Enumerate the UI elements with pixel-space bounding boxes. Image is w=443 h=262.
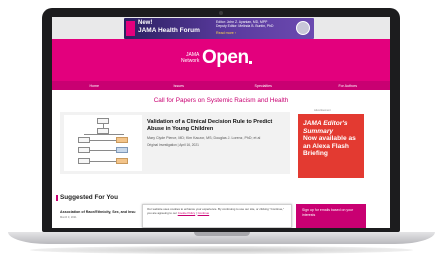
cookie-policy-link[interactable]: Cookie Policy xyxy=(178,211,196,215)
flow-box xyxy=(78,137,90,143)
featured-article-authors: Mary Clyde Pierce, MD; Kim Kaczor, MS; D… xyxy=(147,136,261,140)
top-banner-area: New! JAMA Health Forum Editor: John Z. A… xyxy=(52,17,390,39)
promo-editors: Editor: John Z. Ayanian, MD, MPP Deputy … xyxy=(216,20,273,28)
flow-line xyxy=(84,134,124,135)
logo-open-text[interactable]: Open xyxy=(202,47,249,69)
laptop-notch xyxy=(194,232,250,236)
flow-line xyxy=(90,150,116,151)
advertisement-label: Advertisement xyxy=(314,109,331,112)
editor-avatar xyxy=(296,21,310,35)
flow-line xyxy=(90,140,116,141)
nav-item-issues[interactable]: Issues xyxy=(137,84,222,88)
promo-banner[interactable]: New! JAMA Health Forum Editor: John Z. A… xyxy=(124,18,314,39)
featured-article-card[interactable]: Validation of a Clinical Decision Rule t… xyxy=(60,112,290,174)
flow-box xyxy=(78,158,90,164)
flow-box-orange xyxy=(116,158,128,164)
flow-box-blue xyxy=(116,147,128,153)
cookie-text-block: Our website uses cookies to enhance your… xyxy=(147,207,287,216)
promo-new-label: New! xyxy=(138,20,153,26)
laptop-base xyxy=(8,232,435,244)
promo-deputy-line: Deputy Editor: Melinda B. Buntin, PhD xyxy=(216,24,274,29)
email-signup-panel[interactable]: Sign up for emails based on your interes… xyxy=(296,204,366,228)
flow-box-orange xyxy=(116,137,128,143)
featured-article-meta: Original Investigation | April 16, 2021 xyxy=(147,143,199,147)
ad-brand: JAMA Editor's Summary xyxy=(303,120,348,135)
flow-box xyxy=(78,147,90,153)
suggested-article-title[interactable]: Association of Race/Ethnicity, Sex, and … xyxy=(60,210,135,214)
site-header: JAMA Network Open xyxy=(52,39,390,81)
camera-icon xyxy=(219,11,223,15)
promo-title: JAMA Health Forum xyxy=(138,27,200,34)
cookie-continue-link[interactable]: Continue xyxy=(198,211,210,215)
article-figure-thumbnail[interactable] xyxy=(64,115,142,171)
flow-line xyxy=(90,161,116,162)
call-for-papers-link[interactable]: Call for Papers on Systemic Racism and H… xyxy=(52,90,390,111)
laptop-shadow xyxy=(30,246,413,254)
nav-item-home[interactable]: Home xyxy=(52,84,137,88)
cookie-message: Our website uses cookies to enhance your… xyxy=(147,207,285,215)
promo-read-more-link[interactable]: Read more › xyxy=(216,31,236,35)
featured-article-title[interactable]: Validation of a Clinical Decision Rule t… xyxy=(147,119,287,133)
logo-dot xyxy=(249,61,252,64)
cookie-notice: Our website uses cookies to enhance your… xyxy=(142,204,292,228)
nav-item-for-authors[interactable]: For Authors xyxy=(306,84,391,88)
advertisement-banner[interactable]: JAMA Editor's Summary Now available as a… xyxy=(298,114,364,178)
ad-text: Now available as an Alexa Flash Briefing xyxy=(303,135,356,157)
signup-text: Sign up for emails based on your interes… xyxy=(302,208,354,217)
screen: New! JAMA Health Forum Editor: John Z. A… xyxy=(52,17,390,228)
section-accent-bar xyxy=(56,195,58,201)
nav-item-specialties[interactable]: Specialties xyxy=(221,84,306,88)
suggested-heading: Suggested For You xyxy=(60,194,118,201)
suggested-article-date: Month 0, 2021 xyxy=(60,216,77,219)
promo-badge xyxy=(126,21,135,36)
logo-network-text: Network xyxy=(181,57,200,64)
main-nav: Home Issues Specialties For Authors xyxy=(52,81,390,90)
jama-network-logo[interactable]: JAMA Network xyxy=(181,52,200,64)
